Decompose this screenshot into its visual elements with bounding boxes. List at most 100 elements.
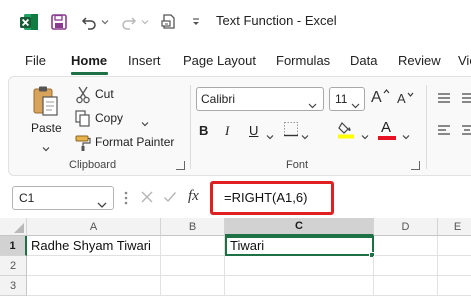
tab-insert[interactable]: Insert — [128, 53, 161, 68]
cell-c3[interactable] — [225, 276, 374, 296]
font-name-value: Calibri — [201, 92, 236, 106]
shrink-font-button[interactable]: A — [397, 91, 415, 109]
clipboard-group-label: Clipboard — [69, 159, 117, 171]
chevron-down-icon — [351, 96, 360, 114]
cell-c1[interactable]: Tiwari — [225, 236, 374, 256]
underline-button[interactable]: U — [249, 123, 263, 141]
font-color-dropdown-icon[interactable] — [402, 127, 410, 145]
italic-button[interactable]: I — [225, 123, 239, 141]
print-preview-icon[interactable] — [158, 10, 180, 34]
borders-dropdown-icon[interactable] — [301, 127, 309, 145]
shrink-font-icon: A — [397, 91, 406, 106]
font-color-button[interactable]: A — [378, 119, 398, 141]
group-divider — [190, 85, 191, 169]
chevron-down-icon — [97, 195, 107, 213]
cell-a3[interactable] — [27, 276, 161, 296]
redo-icon[interactable] — [118, 10, 140, 34]
fill-color-dropdown-icon[interactable] — [361, 127, 369, 145]
grow-font-button[interactable]: A — [371, 89, 391, 109]
formula-input[interactable]: =RIGHT(A1,6) — [210, 181, 334, 215]
underline-dropdown-icon[interactable] — [266, 127, 274, 145]
copy-button[interactable]: Copy — [73, 109, 153, 129]
undo-icon[interactable] — [78, 10, 100, 34]
column-header-b[interactable]: B — [161, 218, 225, 236]
font-size-value: 11 — [335, 92, 348, 106]
format-painter-button[interactable]: Format Painter — [73, 133, 193, 153]
undo-dropdown-icon[interactable] — [100, 10, 110, 34]
cell-a1[interactable]: Radhe Shyam Tiwari — [27, 236, 161, 256]
excel-logo-icon — [18, 10, 40, 34]
cell-e3[interactable] — [438, 276, 471, 296]
column-header-d[interactable]: D — [374, 218, 438, 236]
clipboard-dialog-launcher-icon[interactable] — [176, 161, 185, 170]
font-color-swatch — [378, 136, 396, 140]
scissors-icon — [75, 86, 91, 109]
tab-formulas[interactable]: Formulas — [276, 53, 330, 68]
redo-dropdown-icon[interactable] — [140, 10, 150, 34]
row-header-2[interactable]: 2 — [0, 256, 27, 276]
chevron-down-icon — [308, 96, 317, 114]
format-painter-icon — [75, 134, 93, 157]
format-painter-label: Format Painter — [95, 135, 175, 149]
cell-a2[interactable] — [27, 256, 161, 276]
tab-review[interactable]: Review — [398, 53, 441, 68]
column-header-e[interactable]: E — [438, 218, 471, 236]
paste-label: Paste — [31, 121, 62, 135]
cell-d1[interactable] — [374, 236, 438, 256]
align-center-icon[interactable] — [461, 123, 471, 141]
bold-button[interactable]: B — [199, 123, 215, 141]
active-tab-indicator — [71, 72, 108, 75]
select-all-corner[interactable] — [0, 218, 27, 236]
font-group-label: Font — [286, 159, 309, 171]
cell-c2[interactable] — [225, 256, 374, 276]
name-box[interactable]: C1 — [12, 186, 114, 210]
cell-e1[interactable] — [438, 236, 471, 256]
tab-home[interactable]: Home — [71, 53, 107, 68]
tab-file[interactable]: File — [25, 53, 46, 68]
row-header-1[interactable]: 1 — [0, 236, 27, 256]
ribbon: Paste Cut Copy Format Painter Clipboard … — [8, 76, 471, 176]
tab-view[interactable]: Vie — [458, 53, 471, 68]
group-divider — [426, 85, 427, 169]
font-dialog-launcher-icon[interactable] — [411, 161, 420, 170]
tab-data[interactable]: Data — [350, 53, 377, 68]
column-header-c[interactable]: C — [225, 218, 374, 236]
copy-icon — [75, 110, 91, 133]
paste-icon — [31, 85, 61, 122]
font-name-dropdown[interactable]: Calibri — [196, 87, 324, 111]
fill-color-icon[interactable] — [337, 119, 357, 144]
title-bar: Text Function - Excel — [0, 0, 471, 44]
cell-b1[interactable] — [161, 236, 225, 256]
grow-font-icon: A — [371, 89, 382, 106]
cell-b3[interactable] — [161, 276, 225, 296]
cell-b2[interactable] — [161, 256, 225, 276]
cell-d3[interactable] — [374, 276, 438, 296]
save-icon[interactable] — [48, 10, 70, 34]
paste-dropdown-icon[interactable] — [42, 139, 50, 157]
font-color-icon: A — [381, 119, 392, 136]
column-header-a[interactable]: A — [27, 218, 161, 236]
row-header-3[interactable]: 3 — [0, 276, 27, 296]
formula-text: =RIGHT(A1,6) — [224, 190, 308, 205]
align-left-icon[interactable] — [437, 123, 451, 141]
worksheet-grid: A B C D E 1 2 3 Radhe Shyam Tiwari Tiwar… — [0, 218, 471, 301]
borders-icon[interactable] — [283, 121, 299, 142]
insert-function-button[interactable]: fx — [188, 188, 199, 205]
tab-page-layout[interactable]: Page Layout — [183, 53, 256, 68]
more-options-icon[interactable] — [124, 190, 128, 211]
cell-e2[interactable] — [438, 256, 471, 276]
name-box-value: C1 — [19, 191, 35, 205]
align-top-icon[interactable] — [437, 91, 451, 109]
cut-label: Cut — [95, 87, 114, 101]
copy-label: Copy — [95, 111, 124, 125]
enter-icon[interactable] — [163, 190, 177, 209]
cut-button[interactable]: Cut — [73, 85, 133, 105]
cancel-icon[interactable] — [140, 190, 154, 209]
font-size-dropdown[interactable]: 11 — [329, 87, 365, 111]
customize-qat-icon[interactable] — [190, 10, 202, 34]
paste-button[interactable]: Paste — [25, 83, 67, 152]
copy-dropdown-icon[interactable] — [141, 114, 149, 132]
align-middle-icon[interactable] — [461, 91, 471, 109]
cell-d2[interactable] — [374, 256, 438, 276]
window-title: Text Function - Excel — [216, 13, 337, 28]
